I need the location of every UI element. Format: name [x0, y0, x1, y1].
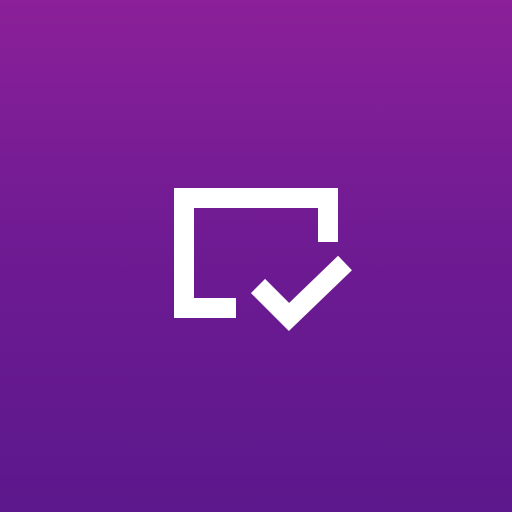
window-check-icon — [174, 188, 352, 332]
check-mark — [250, 255, 352, 332]
app-icon-background — [0, 0, 512, 512]
